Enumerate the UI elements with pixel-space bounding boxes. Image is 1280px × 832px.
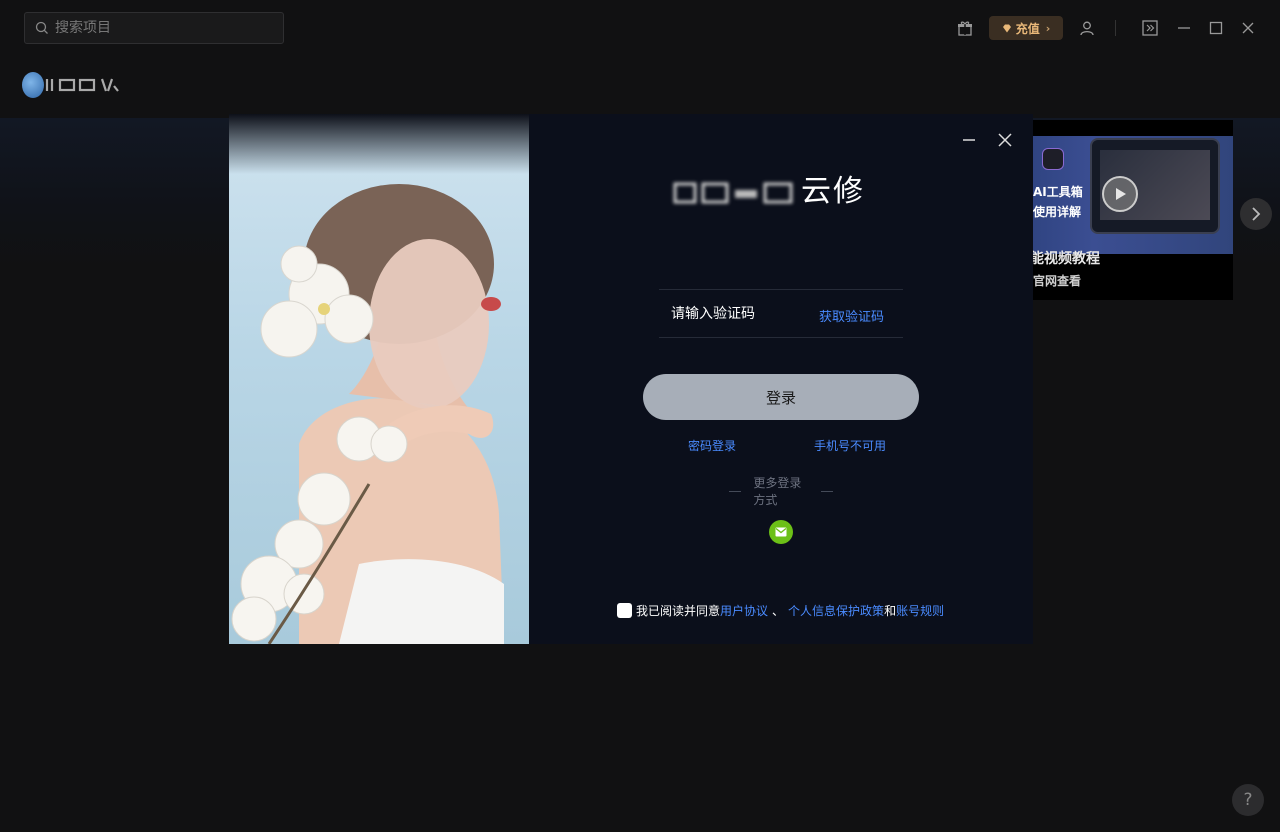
agreement-checkbox[interactable] <box>617 603 632 618</box>
side-text-line2: 使用详解 <box>1033 205 1082 219</box>
agreement-prefix: 我已阅读并同意 <box>636 604 721 618</box>
phone-unavailable-link[interactable]: 手机号不可用 <box>814 437 886 454</box>
recharge-button[interactable]: 充值 › <box>989 16 1063 40</box>
app-logo <box>22 72 120 98</box>
title-bar: 充值 › <box>0 0 1280 56</box>
app-badge-icon <box>1042 148 1064 170</box>
login-dialog: 云修 获取验证码 登录 密码登录 手机号不可用 更多登录方式 我已阅读并同意 用… <box>229 114 1033 644</box>
minimize-icon[interactable] <box>1174 18 1194 38</box>
chevron-right-icon <box>1252 207 1261 221</box>
tutorial-title: 能视频教程 <box>1030 251 1100 267</box>
help-button[interactable]: ? <box>1232 784 1264 816</box>
logo-mark <box>22 72 44 98</box>
divider <box>729 490 742 492</box>
help-icon: ? <box>1243 790 1253 810</box>
brand-title: 云修 <box>671 166 891 210</box>
agreement-separator: 、 <box>772 604 785 618</box>
login-panel: 云修 获取验证码 登录 密码登录 手机号不可用 更多登录方式 我已阅读并同意 用… <box>529 114 1033 644</box>
chevron-right-icon: › <box>1045 21 1051 35</box>
tutorial-side-text: AI工具箱 使用详解 <box>1033 182 1083 222</box>
close-icon[interactable] <box>995 130 1015 150</box>
verification-code-input[interactable] <box>671 303 811 325</box>
side-text-line1: AI工具箱 <box>1033 185 1083 199</box>
user-icon[interactable] <box>1077 18 1097 38</box>
brand-suffix: 云修 <box>801 174 865 209</box>
maximize-icon[interactable] <box>1206 18 1226 38</box>
divider <box>1115 20 1116 36</box>
account-rules-link[interactable]: 账号规则 <box>896 602 944 619</box>
login-button[interactable]: 登录 <box>643 374 919 420</box>
get-code-link[interactable]: 获取验证码 <box>819 306 884 325</box>
verification-code-row: 获取验证码 <box>659 289 903 338</box>
agreement-row: 我已阅读并同意 用户协议 、 个人信息保护政策 和 账号规则 <box>617 602 944 619</box>
privacy-policy-link[interactable]: 个人信息保护政策 <box>788 602 884 619</box>
diamond-icon <box>1002 24 1011 32</box>
carousel-next-button[interactable] <box>1240 198 1272 230</box>
search-input[interactable] <box>55 20 255 36</box>
brand-wordmark-obscured <box>673 182 793 203</box>
tutorial-subtitle: 官网查看 <box>1033 274 1082 288</box>
more-login-methods: 更多登录方式 <box>717 474 845 508</box>
minimize-icon[interactable] <box>959 130 979 150</box>
more-login-methods-label: 更多登录方式 <box>753 476 802 507</box>
divider <box>820 490 834 492</box>
tutorial-card[interactable]: AI工具箱 使用详解 能视频教程 官网查看 <box>1000 120 1233 300</box>
play-icon[interactable] <box>1102 176 1138 212</box>
search-box[interactable] <box>24 12 284 44</box>
mail-icon <box>775 527 787 537</box>
agreement-and: 和 <box>884 604 897 618</box>
collapse-panel-icon[interactable] <box>1140 18 1160 38</box>
promo-portrait-image <box>229 114 529 644</box>
email-login-button[interactable] <box>769 520 793 544</box>
logo-wordmark <box>45 78 119 92</box>
close-icon[interactable] <box>1238 18 1258 38</box>
user-agreement-link[interactable]: 用户协议 <box>720 602 768 619</box>
password-login-link[interactable]: 密码登录 <box>688 437 736 454</box>
image-top-fade <box>229 114 529 174</box>
gift-icon[interactable] <box>955 18 975 38</box>
search-icon <box>35 21 48 34</box>
recharge-label: 充值 <box>1015 21 1040 36</box>
